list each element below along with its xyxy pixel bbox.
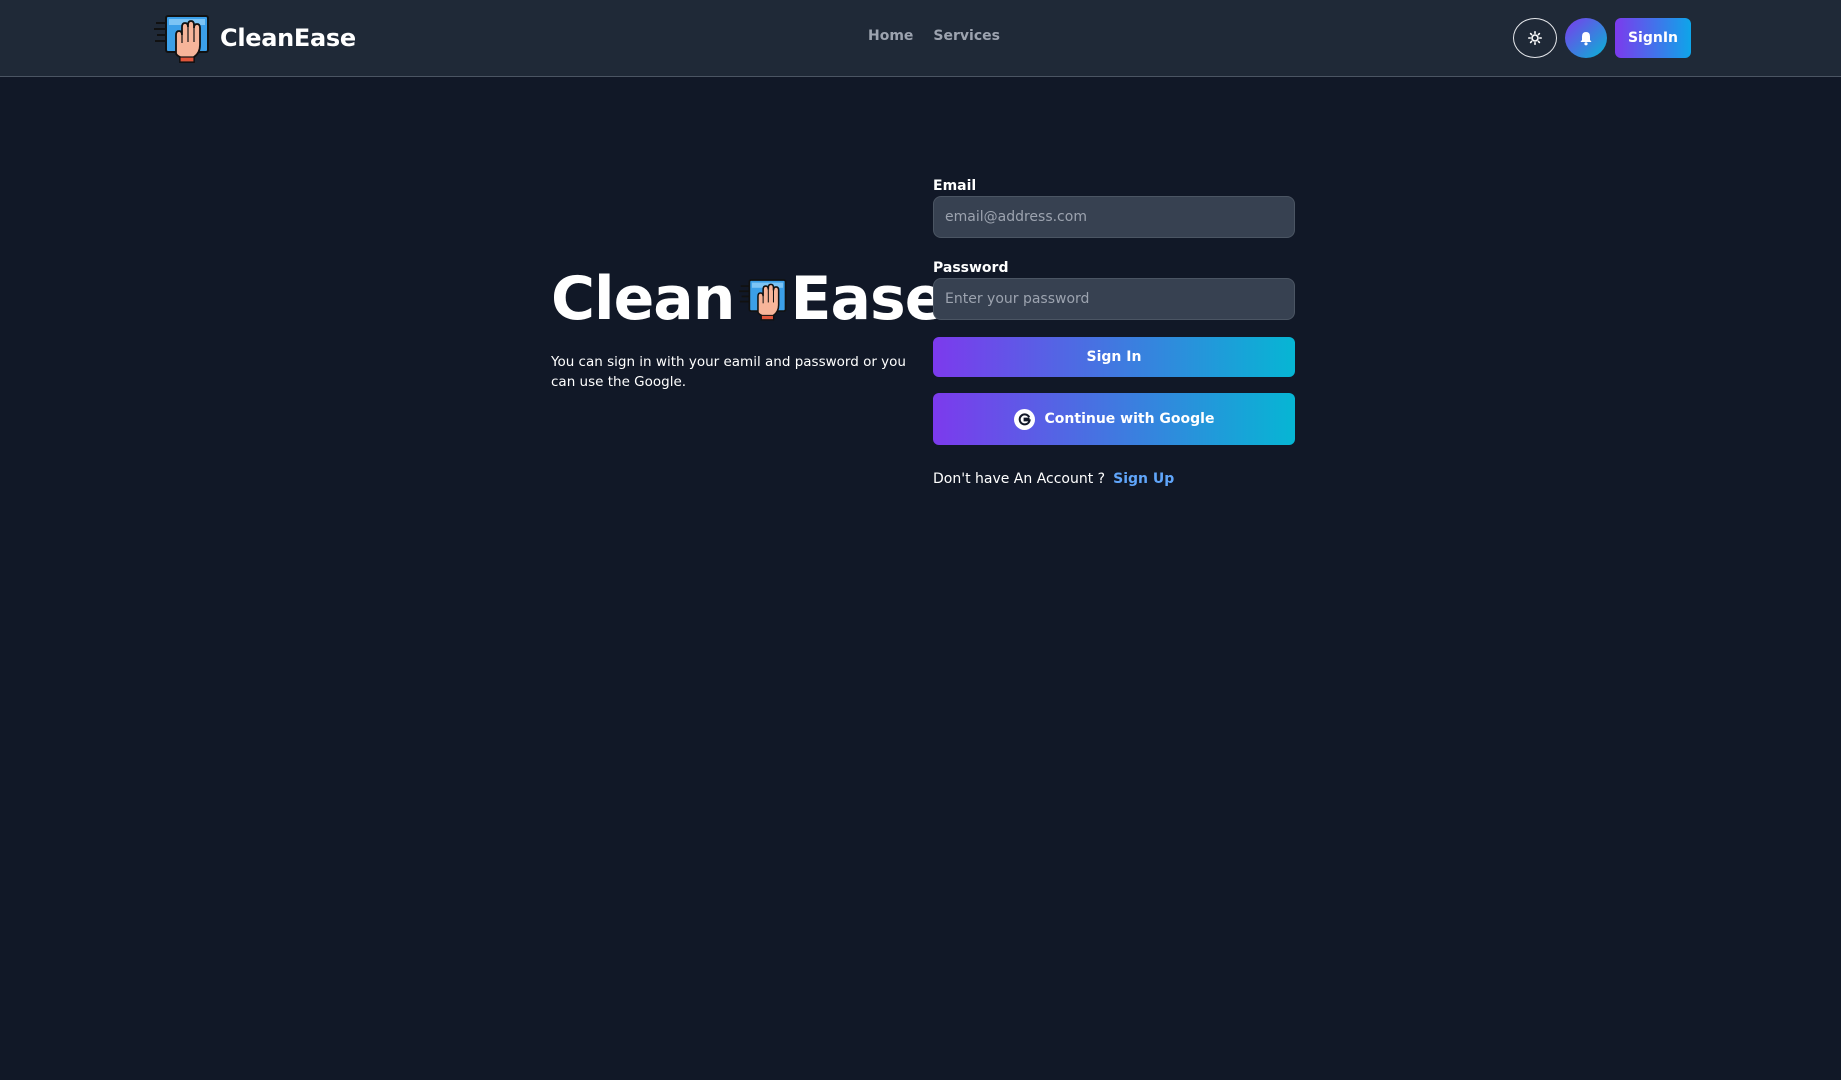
nav-link-services[interactable]: Services (933, 28, 1000, 44)
google-icon (1013, 408, 1035, 430)
email-label: Email (933, 178, 977, 194)
hero-title: Clean Ease (551, 262, 946, 336)
google-button-label: Continue with Google (1044, 411, 1215, 427)
main-nav: Home Services (868, 28, 1000, 44)
header-signin-button[interactable]: SignIn (1615, 18, 1691, 58)
password-field[interactable] (933, 278, 1295, 320)
signin-form: Email Password Sign In Continue with Goo… (933, 176, 1295, 487)
hero-title-ease: Ease (790, 264, 946, 334)
hero-description: You can sign in with your eamil and pass… (551, 354, 906, 390)
google-signin-button[interactable]: Continue with Google (933, 393, 1295, 445)
theme-toggle-button[interactable] (1513, 18, 1557, 58)
signup-prompt: Don't have An Account ? Sign Up (933, 471, 1295, 487)
bell-icon (1580, 31, 1592, 45)
cleaning-hand-logo-icon (154, 15, 209, 63)
top-navbar: CleanEase Home Services SignIn (0, 0, 1841, 77)
nav-link-home[interactable]: Home (868, 28, 913, 44)
password-label: Password (933, 260, 1009, 276)
hero-title-clean: Clean (551, 264, 735, 334)
signin-button[interactable]: Sign In (933, 337, 1295, 377)
brand-name: CleanEase (220, 24, 356, 52)
brand[interactable]: CleanEase (154, 13, 356, 63)
email-field[interactable] (933, 196, 1295, 238)
sun-icon (1528, 31, 1542, 45)
no-account-text: Don't have An Account ? (933, 471, 1106, 487)
cleaning-hand-logo-icon (738, 279, 786, 321)
signup-link[interactable]: Sign Up (1113, 471, 1174, 487)
notifications-button[interactable] (1565, 18, 1607, 58)
